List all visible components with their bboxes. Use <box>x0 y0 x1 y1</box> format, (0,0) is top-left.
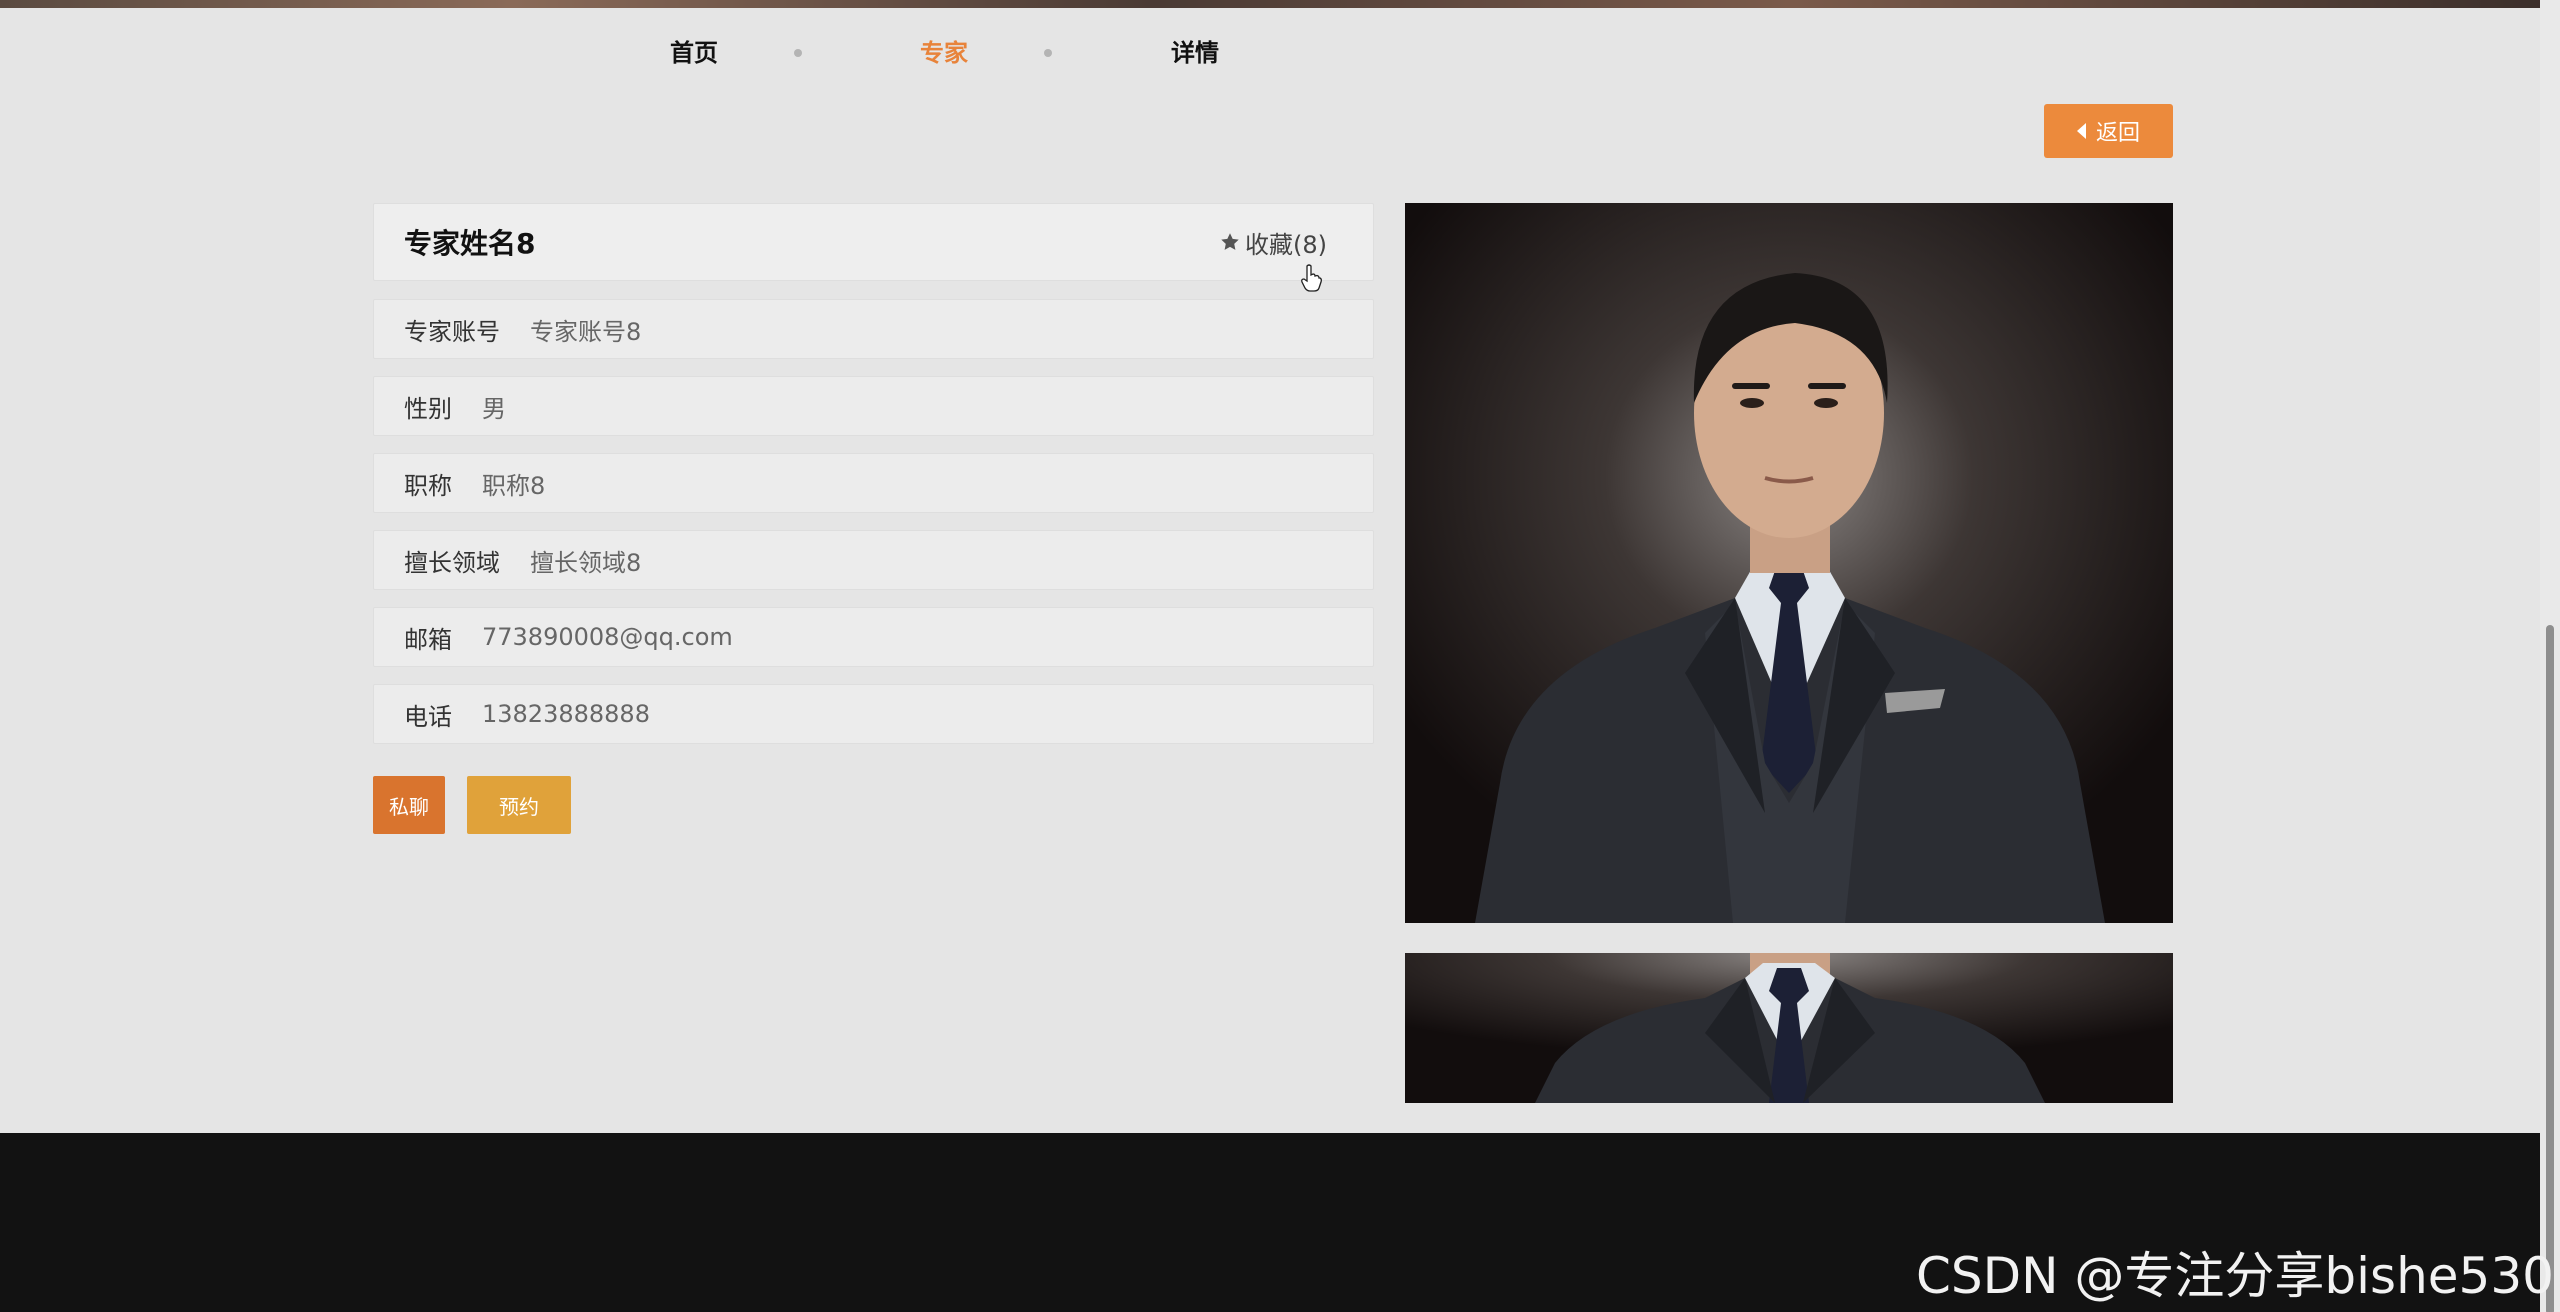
expert-portrait-image <box>1405 203 2173 923</box>
field-row-gender: 性别 男 <box>373 376 1374 436</box>
private-chat-button[interactable]: 私聊 <box>373 776 445 834</box>
field-value: 职称8 <box>482 471 546 500</box>
back-button-label: 返回 <box>2095 121 2140 146</box>
expert-title-row: 专家姓名8 收藏(8) <box>373 203 1374 281</box>
expert-name: 专家姓名8 <box>404 227 536 260</box>
header-banner-strip <box>0 0 2560 8</box>
field-label: 擅长领域 <box>404 548 500 577</box>
breadcrumb-home[interactable]: 首页 <box>670 30 718 76</box>
favorite-button[interactable]: 收藏(8) <box>1219 225 1327 260</box>
breadcrumb-separator <box>794 49 802 57</box>
back-button[interactable]: 返回 <box>2044 104 2173 158</box>
field-label: 电话 <box>404 702 452 731</box>
field-value: 专家账号8 <box>530 317 642 346</box>
breadcrumb-experts[interactable]: 专家 <box>920 30 968 76</box>
field-label: 职称 <box>404 471 452 500</box>
field-row-email: 邮箱 773890008@qq.com <box>373 607 1374 667</box>
breadcrumb: 首页 专家 详情 <box>0 30 2560 76</box>
hand-cursor-icon <box>1301 264 1322 292</box>
field-label: 专家账号 <box>404 317 500 346</box>
field-row-title: 职称 职称8 <box>373 453 1374 513</box>
field-value: 13823888888 <box>482 700 650 728</box>
field-value: 擅长领域8 <box>530 548 642 577</box>
favorite-label: 收藏(8) <box>1245 230 1327 259</box>
appointment-button[interactable]: 预约 <box>467 776 571 834</box>
field-value: 男 <box>482 394 506 423</box>
star-icon <box>1221 233 1239 250</box>
field-label: 性别 <box>404 394 452 423</box>
scrollbar-thumb[interactable] <box>2546 625 2554 1312</box>
field-label: 邮箱 <box>404 625 452 654</box>
breadcrumb-separator <box>1044 49 1052 57</box>
field-row-phone: 电话 13823888888 <box>373 684 1374 744</box>
expert-portrait-thumbnail-image <box>1405 953 2173 1103</box>
field-row-account: 专家账号 专家账号8 <box>373 299 1374 359</box>
caret-left-icon <box>2076 123 2086 139</box>
breadcrumb-details: 详情 <box>1171 39 1219 67</box>
csdn-watermark: CSDN @专注分享bishe530 <box>1915 1247 2554 1305</box>
expert-photo-thumbnail[interactable] <box>1405 953 2173 1103</box>
field-value: 773890008@qq.com <box>482 623 733 651</box>
expert-photo <box>1405 203 2173 923</box>
field-row-specialty: 擅长领域 擅长领域8 <box>373 530 1374 590</box>
